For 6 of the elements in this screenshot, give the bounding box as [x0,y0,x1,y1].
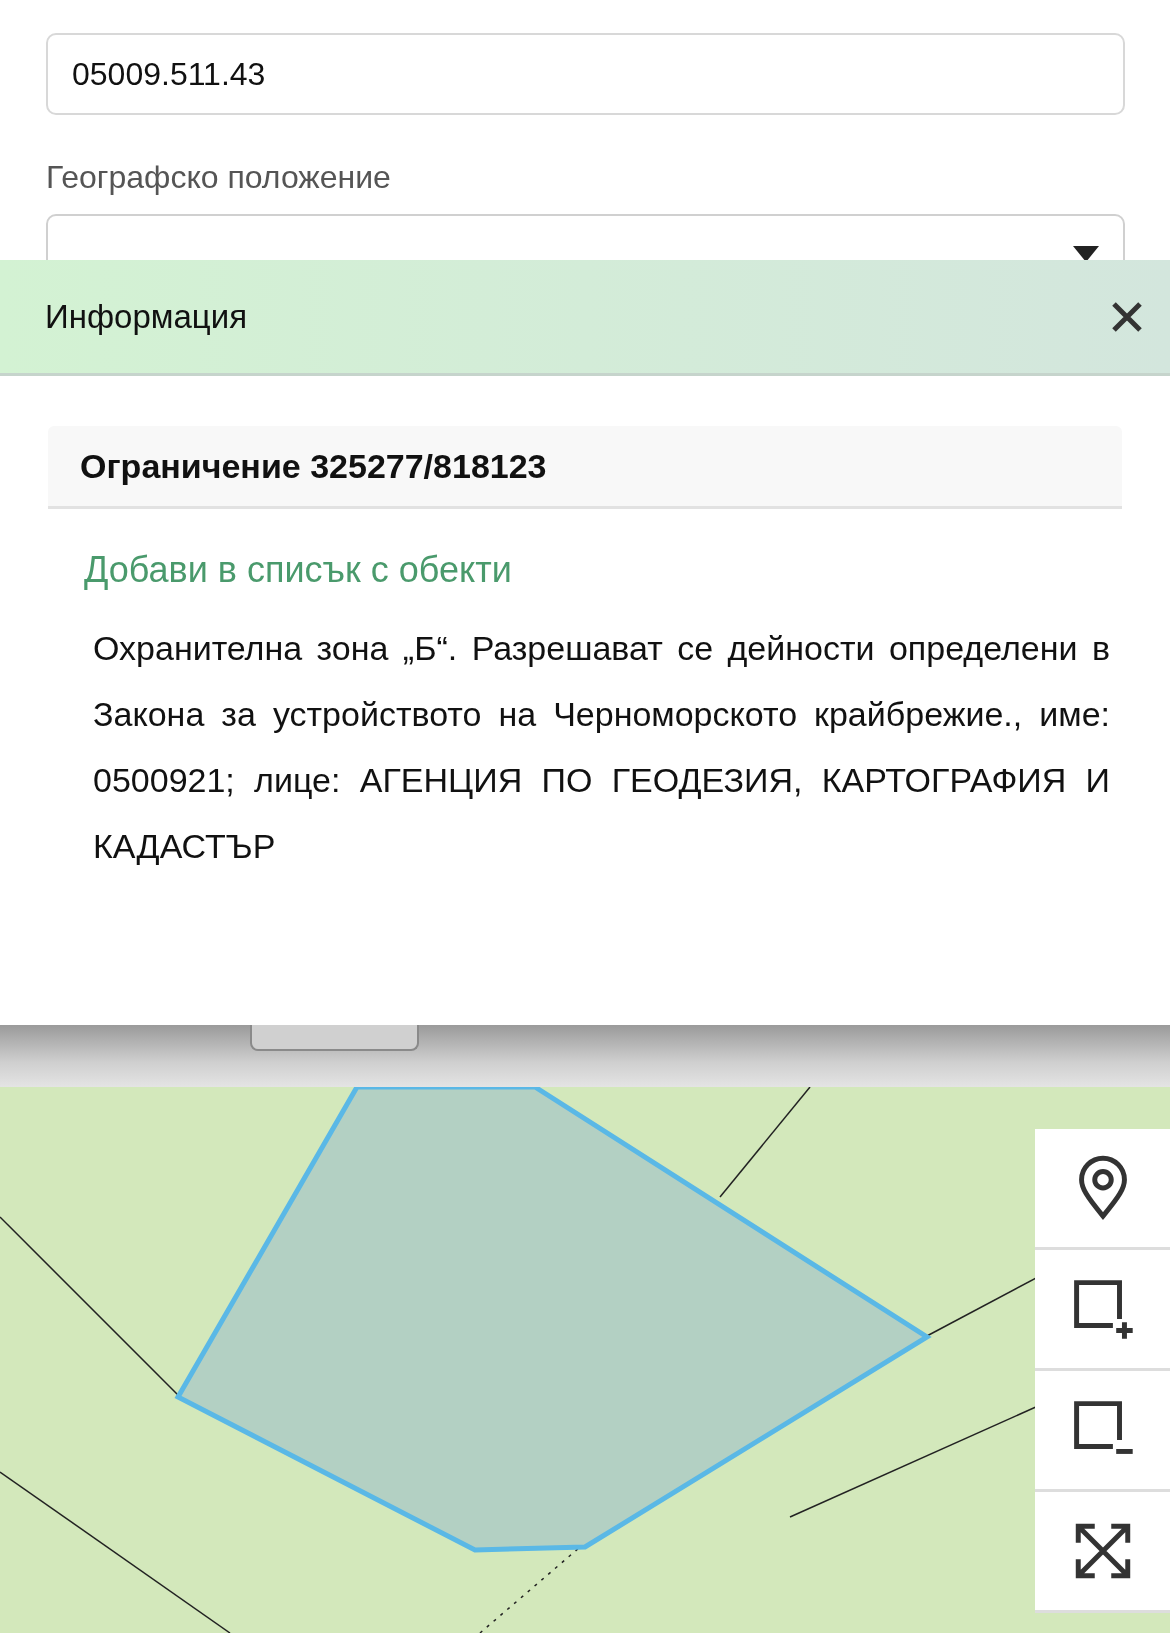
parcel-id-field[interactable]: 05009.511.43 [46,33,1125,115]
dialog-title: Информация [45,297,248,336]
section-title: Ограничение 325277/818123 [80,446,547,486]
restriction-description: Охранителна зона „Б“. Разрешават се дейности определени в Закона за устройството на Черноморското крайбрежие., име: 0500921; лице: АГЕНЦИЯ ПО ГЕОДЕЗИЯ, КАРТОГРАФИЯ И КАДАСТЪР [93,628,1110,867]
field-label: Географско положение [46,159,392,196]
close-icon[interactable] [1110,299,1144,334]
